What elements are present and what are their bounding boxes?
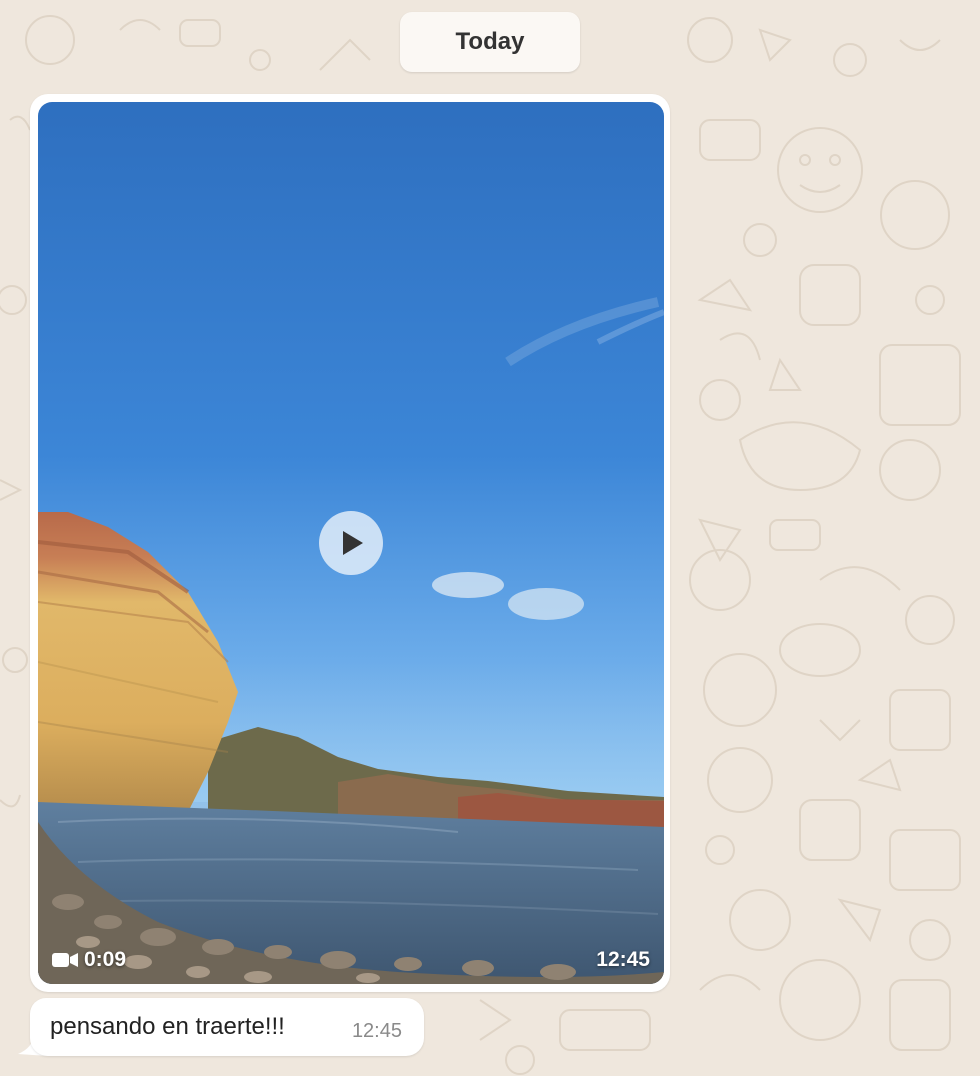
- video-thumbnail[interactable]: 0:09 12:45: [38, 102, 664, 984]
- video-duration: 0:09: [52, 948, 126, 972]
- text-message-bubble[interactable]: pensando en traerte!!! 12:45: [30, 998, 424, 1056]
- play-icon: [343, 531, 363, 555]
- message-timestamp: 12:45: [351, 1020, 402, 1042]
- date-divider-label: Today: [455, 28, 525, 55]
- date-divider-chip: Today: [400, 12, 580, 72]
- play-button[interactable]: [319, 511, 383, 575]
- video-duration-label: 0:09: [84, 948, 127, 971]
- video-timestamp: 12:45: [596, 948, 650, 971]
- message-text: pensando en traerte!!!: [50, 1013, 285, 1040]
- video-camera-icon: [52, 953, 78, 967]
- video-message-bubble[interactable]: 0:09 12:45: [30, 94, 670, 992]
